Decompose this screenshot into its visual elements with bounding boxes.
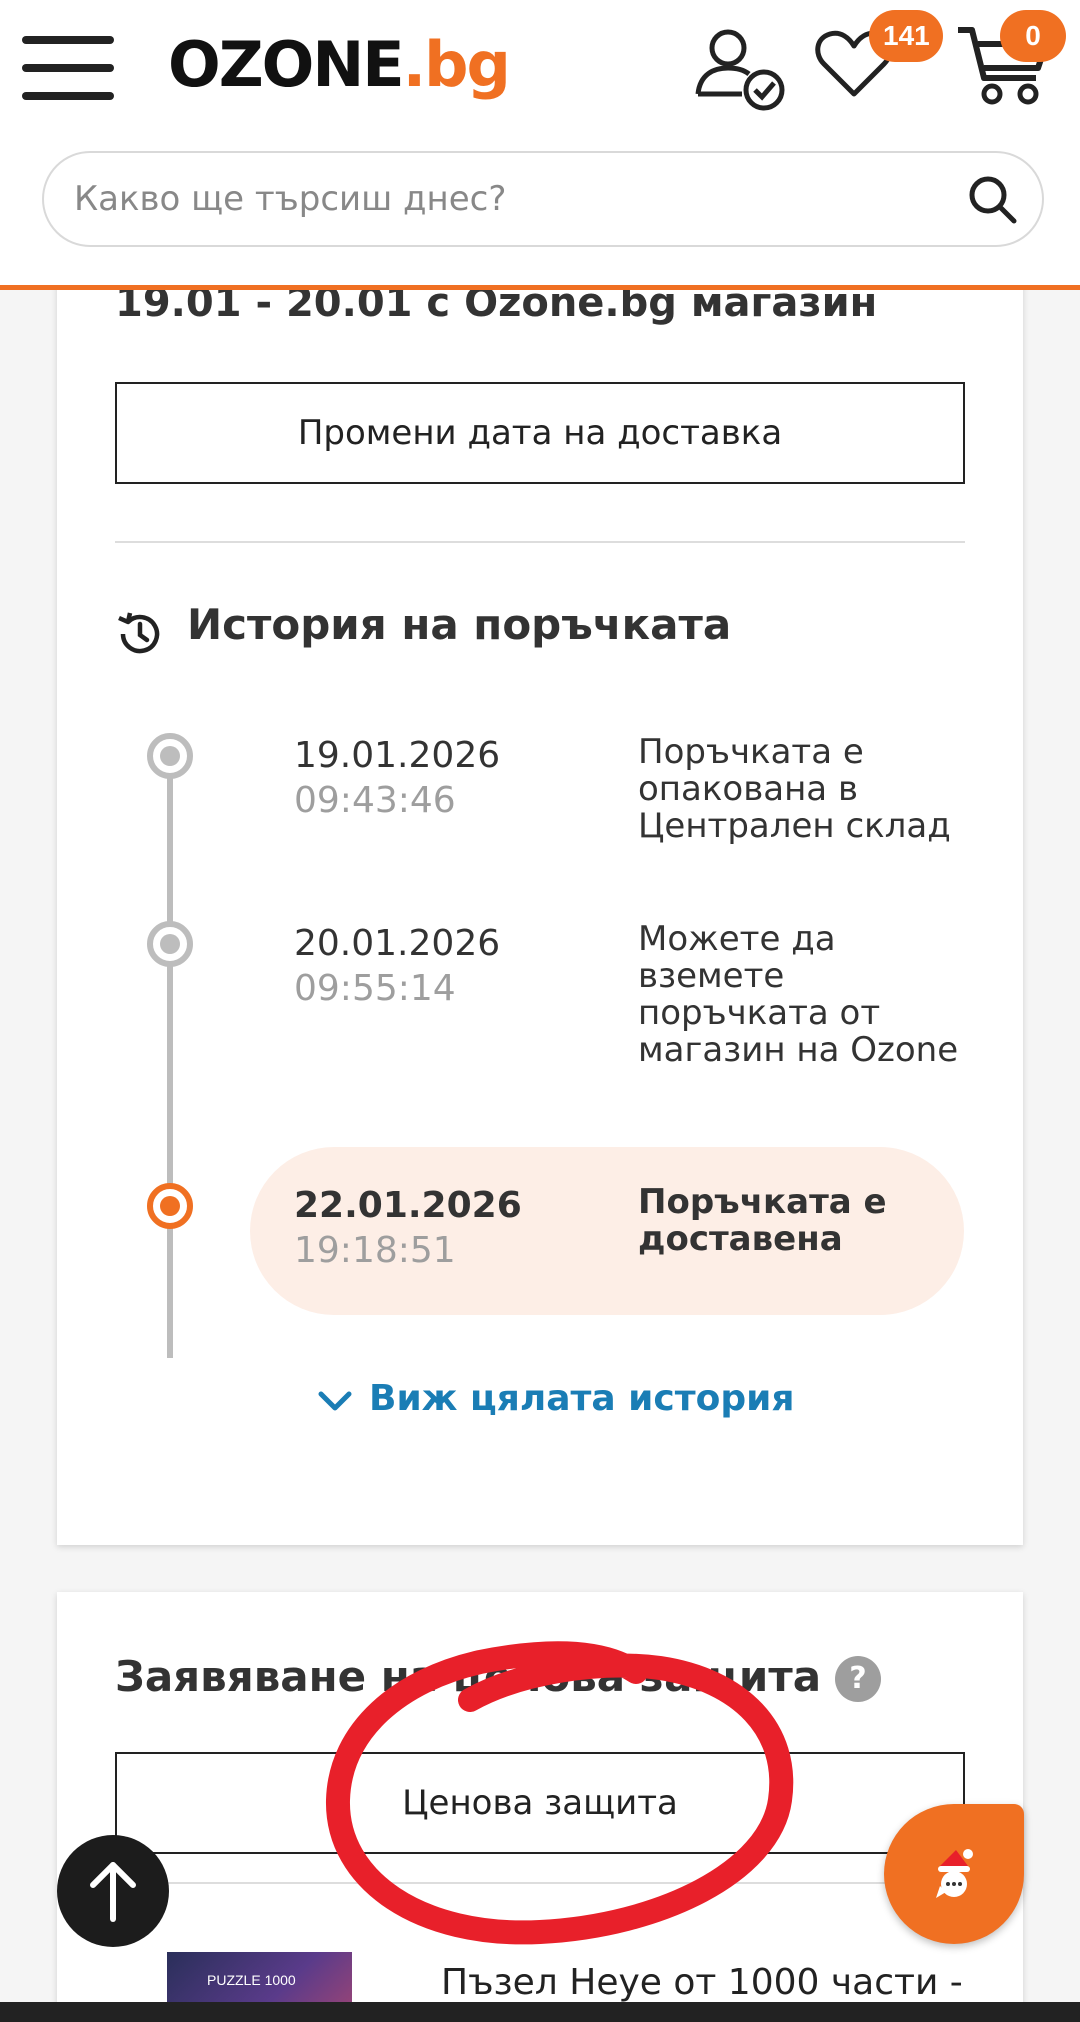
history-icon: [118, 612, 160, 654]
chat-button[interactable]: [884, 1804, 1024, 1944]
change-delivery-date-button[interactable]: Промени дата на доставка: [115, 382, 965, 484]
timeline-dot: [147, 733, 193, 779]
cart-count-badge: 0: [1000, 10, 1066, 62]
history-date: 20.01.2026: [294, 923, 501, 964]
site-header: OZONE.bg 141 0: [0, 0, 1080, 290]
history-time: 09:55:14: [294, 968, 456, 1009]
history-title: История на поръчката: [187, 600, 732, 649]
view-all-label: Виж цялата история: [369, 1378, 795, 1419]
chat-bot-icon: [936, 1849, 973, 1898]
menu-icon[interactable]: [22, 36, 114, 100]
page: OZONE.bg 141 0 Какво ще търсиш днес? 19.…: [0, 0, 1080, 2022]
product-title[interactable]: Пъзел Heye от 1000 части -: [441, 1962, 963, 2003]
price-protection-title: Заявяване на ценова защита: [115, 1652, 822, 1701]
price-protection-card: Заявяване на ценова защита ? Ценова защи…: [57, 1592, 1023, 2022]
history-description: Можете да вземете поръчката от магазин н…: [638, 919, 959, 1070]
chevron-down-icon: [318, 1391, 352, 1411]
product-thumb-text: PUZZLE 1000: [207, 1972, 296, 1988]
arrow-up-icon: [90, 1862, 136, 1922]
site-logo[interactable]: OZONE.bg: [168, 28, 511, 101]
account-verified-icon[interactable]: [692, 24, 788, 114]
help-icon[interactable]: ?: [835, 1656, 881, 1702]
history-description: Поръчката е опакована в Централен склад: [638, 732, 951, 846]
logo-text: OZONE: [168, 28, 405, 101]
history-time: 09:43:46: [294, 780, 456, 821]
history-description: Поръчката е доставена: [638, 1182, 887, 1259]
logo-tld: .bg: [402, 28, 511, 101]
search-icon[interactable]: [966, 173, 1020, 227]
search-input[interactable]: [74, 153, 974, 245]
search-bar: [42, 151, 1044, 247]
divider: [115, 541, 965, 543]
scroll-to-top-button[interactable]: [57, 1835, 169, 1947]
system-navigation-bar: [0, 2002, 1080, 2022]
divider: [115, 1882, 965, 1884]
timeline-dot-active: [147, 1183, 193, 1229]
history-date: 22.01.2026: [294, 1185, 522, 1226]
timeline-dot: [147, 921, 193, 967]
history-date: 19.01.2026: [294, 735, 501, 776]
price-protection-button[interactable]: Ценова защита: [115, 1752, 965, 1854]
wishlist-count-badge: 141: [869, 10, 943, 62]
history-time: 19:18:51: [294, 1230, 456, 1271]
order-details-card: 19.01 - 20.01 с Ozone.bg магазин Промени…: [57, 240, 1023, 1545]
timeline-line: [167, 758, 173, 1358]
